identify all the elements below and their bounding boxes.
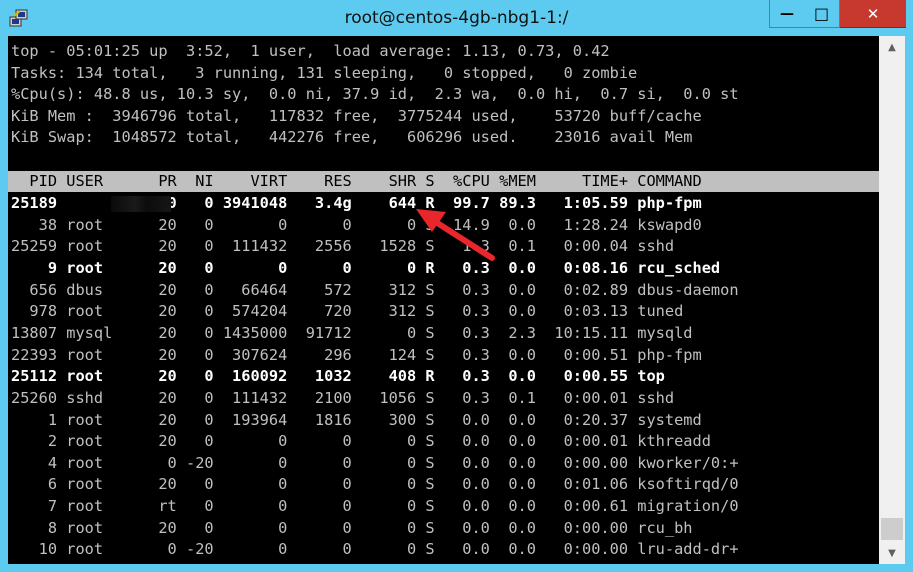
process-row: 6 root 20 0 0 0 0 S 0.0 0.0 0:01.06 ksof… [11, 475, 739, 494]
process-row: 22393 root 20 0 307624 296 124 S 0.3 0.0… [11, 345, 702, 364]
window-frame-right [905, 36, 913, 572]
process-header: PID USER PR NI VIRT RES SHR S %CPU %MEM … [11, 172, 702, 190]
process-row: 978 root 20 0 574204 720 312 S 0.3 0.0 0… [11, 302, 684, 321]
minimize-button[interactable]: — [769, 0, 805, 28]
scroll-up-icon[interactable]: ▲ [879, 36, 905, 58]
redacted-username [111, 196, 171, 212]
process-row: 7 root rt 0 0 0 0 S 0.0 0.0 0:00.61 migr… [11, 497, 739, 516]
process-row: 10 root 0 -20 0 0 0 S 0.0 0.0 0:00.00 lr… [11, 540, 739, 559]
summary-tasks-line: Tasks: 134 total, 3 running, 131 sleepin… [11, 64, 638, 82]
window-frame-bottom [0, 564, 913, 572]
minimize-icon: — [780, 5, 794, 22]
process-row: 8 root 20 0 0 0 0 S 0.0 0.0 0:00.00 rcu_… [11, 518, 693, 537]
title-bar[interactable]: root@centos-4gb-nbg1-1:/ — □ ✕ [0, 0, 913, 36]
process-row: 9 root 20 0 0 0 0 R 0.3 0.0 0:08.16 rcu_… [11, 258, 721, 277]
process-row: 38 root 20 0 0 0 0 S 14.9 0.0 1:28.24 ks… [11, 215, 702, 234]
maximize-icon: □ [813, 4, 830, 23]
process-row: 1 root 20 0 193964 1816 300 S 0.0 0.0 0:… [11, 410, 702, 429]
process-row: 4 root 0 -20 0 0 0 S 0.0 0.0 0:00.00 kwo… [11, 453, 739, 472]
close-icon: ✕ [866, 4, 880, 23]
close-button[interactable]: ✕ [840, 0, 906, 28]
summary-uptime-line: top - 05:01:25 up 3:52, 1 user, load ave… [11, 42, 610, 60]
process-row: 13807 mysql 20 0 1435000 91712 0 S 0.3 2… [11, 323, 693, 342]
summary-cpu-line: %Cpu(s): 48.8 us, 10.3 sy, 0.0 ni, 37.9 … [11, 85, 739, 103]
process-row: 25260 sshd 20 0 111432 2100 1056 S 0.3 0… [11, 388, 675, 407]
process-row: 25259 root 20 0 111432 2556 1528 S 1.3 0… [11, 237, 675, 256]
summary-swap-line: KiB Swap: 1048572 total, 442276 free, 60… [11, 128, 693, 146]
terminal-screen[interactable]: top - 05:01:25 up 3:52, 1 user, load ave… [8, 36, 879, 564]
vertical-scrollbar[interactable]: ▲ ▼ [879, 36, 905, 564]
process-row: 25112 root 20 0 160092 1032 408 R 0.3 0.… [11, 367, 665, 386]
process-row: 2 root 20 0 0 0 0 S 0.0 0.0 0:00.01 kthr… [11, 432, 711, 451]
maximize-button[interactable]: □ [804, 0, 840, 28]
summary-mem-line: KiB Mem : 3946796 total, 117832 free, 37… [11, 107, 702, 125]
scroll-down-icon[interactable]: ▼ [879, 542, 905, 564]
process-row: 656 dbus 20 0 66464 572 312 S 0.3 0.0 0:… [11, 280, 739, 299]
scrollbar-thumb[interactable] [881, 518, 903, 540]
